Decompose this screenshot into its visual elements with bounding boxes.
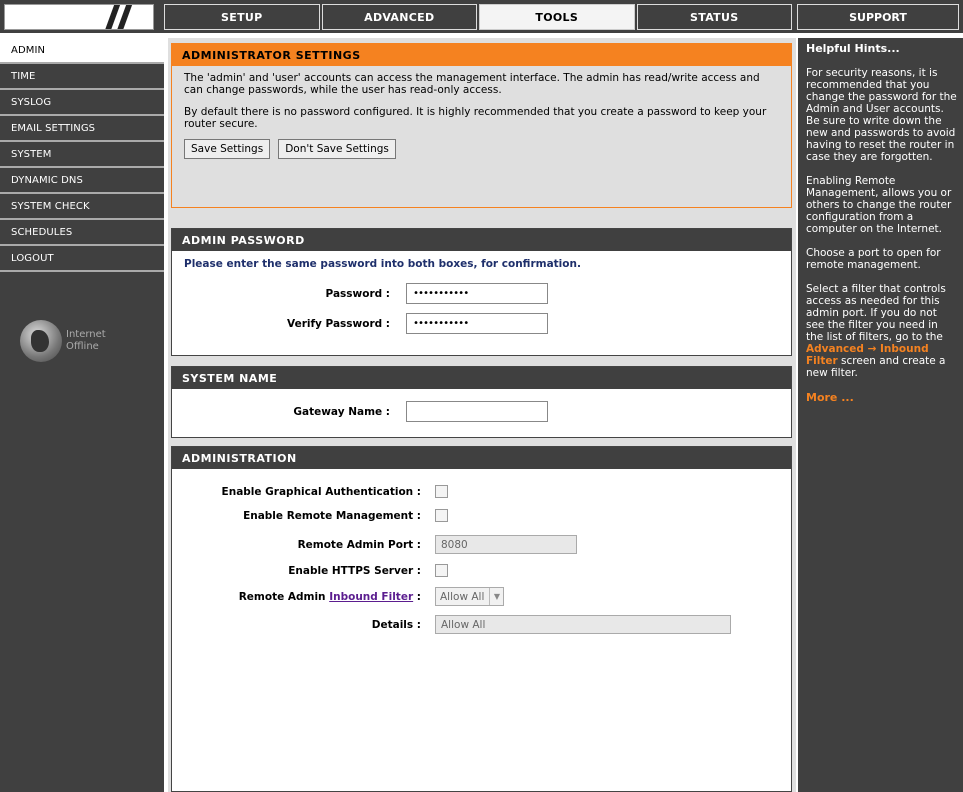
sidebar-item-system[interactable]: SYSTEM [0, 142, 164, 168]
admin-settings-warning: By default there is no password configur… [184, 106, 767, 130]
hint-passwords: For security reasons, it is recommended … [806, 67, 957, 163]
remote-management-label: Enable Remote Management : [243, 509, 421, 522]
tab-status[interactable]: STATUS [636, 4, 792, 30]
inbound-filter-value: Allow All [440, 590, 485, 603]
admin-settings-description: The 'admin' and 'user' accounts can acce… [184, 72, 760, 96]
hints-title: Helpful Hints... [806, 42, 900, 55]
admin-settings-panel: ADMINISTRATOR SETTINGS The 'admin' and '… [171, 43, 792, 208]
internet-status-line1: Internet [66, 329, 106, 340]
sidebar-item-schedules[interactable]: SCHEDULES [0, 220, 164, 246]
tab-advanced[interactable]: ADVANCED [321, 4, 477, 30]
top-bar: SETUP ADVANCED TOOLS STATUS SUPPORT [0, 0, 963, 33]
admin-password-title: ADMIN PASSWORD [172, 229, 791, 251]
administration-panel: ADMINISTRATION Enable Graphical Authenti… [171, 446, 792, 792]
sidebar-item-dynamic-dns[interactable]: DYNAMIC DNS [0, 168, 164, 194]
sidebar: ADMIN TIME SYSLOG EMAIL SETTINGS SYSTEM … [0, 38, 164, 792]
sidebar-item-system-check[interactable]: SYSTEM CHECK [0, 194, 164, 220]
admin-settings-title: ADMINISTRATOR SETTINGS [172, 44, 791, 66]
sidebar-item-time[interactable]: TIME [0, 64, 164, 90]
settings-buttons: Save Settings Don't Save Settings [172, 139, 791, 159]
more-link[interactable]: More ... [806, 391, 957, 404]
hint-filter: Select a filter that controls access as … [806, 283, 957, 379]
remote-port-field[interactable]: 8080 [435, 535, 577, 554]
tab-setup[interactable]: SETUP [164, 4, 320, 30]
gateway-name-label: Gateway Name : [293, 405, 390, 418]
remote-port-label: Remote Admin Port : [297, 538, 421, 551]
chevron-down-icon: ▼ [489, 588, 503, 605]
sidebar-item-email-settings[interactable]: EMAIL SETTINGS [0, 116, 164, 142]
graphical-auth-checkbox[interactable] [435, 485, 448, 498]
hint-remote-management: Enabling Remote Management, allows you o… [806, 175, 952, 235]
administration-title: ADMINISTRATION [172, 447, 791, 469]
admin-password-panel: ADMIN PASSWORD Please enter the same pas… [171, 228, 792, 356]
https-server-label: Enable HTTPS Server : [288, 564, 421, 577]
inbound-filter-link[interactable]: Inbound Filter [329, 591, 413, 603]
system-name-title: SYSTEM NAME [172, 367, 791, 389]
save-settings-button[interactable]: Save Settings [184, 139, 271, 159]
https-server-checkbox[interactable] [435, 564, 448, 577]
internet-status-line2: Offline [66, 341, 99, 352]
hint-port: Choose a port to open for remote managem… [806, 247, 941, 271]
gateway-name-field[interactable] [406, 401, 548, 422]
graphical-auth-label: Enable Graphical Authentication : [221, 485, 421, 498]
tab-tools[interactable]: TOOLS [479, 4, 635, 30]
tab-support[interactable]: SUPPORT [797, 4, 959, 30]
sidebar-item-syslog[interactable]: SYSLOG [0, 90, 164, 116]
hints-panel: Helpful Hints... For security reasons, i… [798, 38, 963, 792]
sidebar-item-logout[interactable]: LOGOUT [0, 246, 164, 272]
password-instruction: Please enter the same password into both… [184, 258, 581, 270]
verify-password-label: Verify Password : [287, 317, 390, 330]
sidebar-item-admin[interactable]: ADMIN [0, 38, 164, 64]
password-label: Password : [325, 287, 390, 300]
inbound-filter-select[interactable]: Allow All ▼ [435, 587, 505, 606]
details-label: Details : [371, 618, 421, 631]
verify-password-field[interactable]: ••••••••••• [406, 313, 548, 334]
filter-label-prefix: Remote Admin [238, 590, 326, 603]
internet-status: Internet Offline [20, 320, 106, 362]
filter-label-colon: : [413, 590, 421, 603]
hint-filter-pre: Select a filter that controls access as … [806, 283, 946, 343]
main-content: ADMINISTRATOR SETTINGS The 'admin' and '… [168, 38, 796, 792]
system-name-panel: SYSTEM NAME Gateway Name : [171, 366, 792, 438]
logo [4, 4, 154, 30]
main-tabs: SETUP ADVANCED TOOLS STATUS [164, 4, 794, 30]
password-field[interactable]: ••••••••••• [406, 283, 548, 304]
dont-save-settings-button[interactable]: Don't Save Settings [278, 139, 396, 159]
globe-icon [20, 320, 62, 362]
remote-management-checkbox[interactable] [435, 509, 448, 522]
details-field: Allow All [435, 615, 731, 634]
